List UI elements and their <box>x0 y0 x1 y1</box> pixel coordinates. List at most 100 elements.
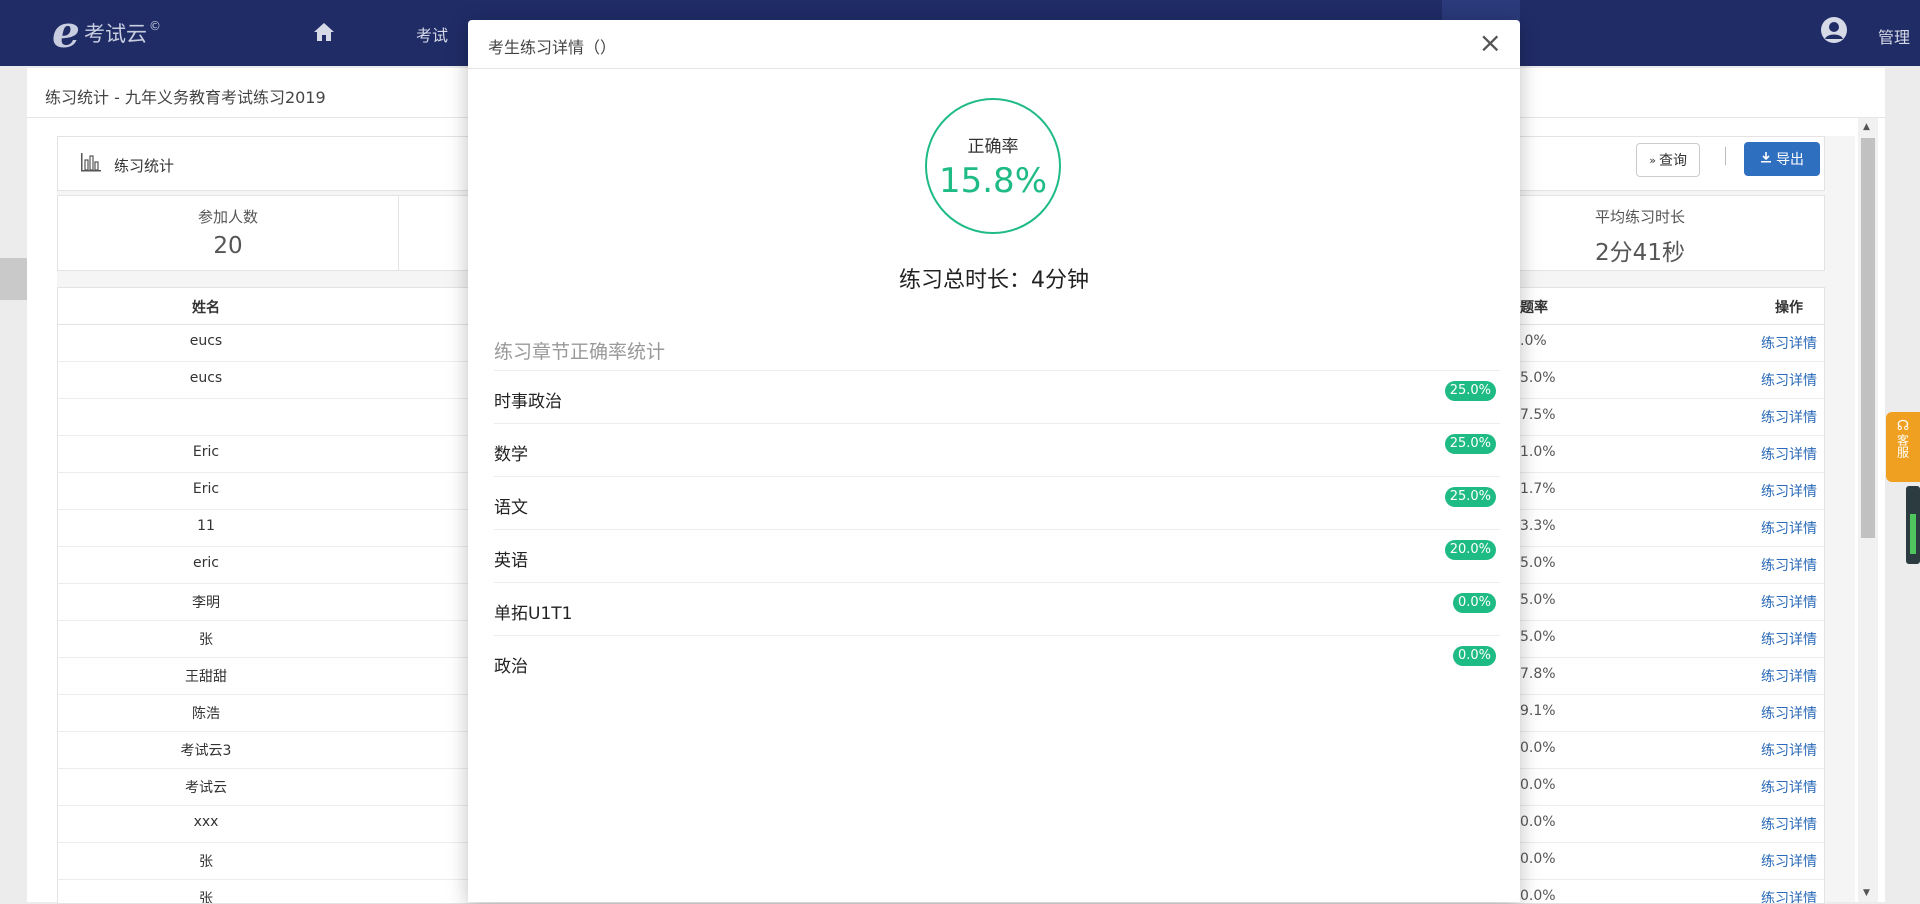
cell-rate: 0.0% <box>1520 740 1556 756</box>
summary-label: 平均练习时长 <box>1594 208 1685 226</box>
left-edge-strip <box>0 258 27 300</box>
practice-detail-link[interactable]: 练习详情 <box>1720 703 1824 723</box>
cell-name: xxx <box>193 814 219 830</box>
chapter-rate-badge: 25.0% <box>1444 381 1496 401</box>
home-icon[interactable] <box>312 20 336 44</box>
cell-rate: 0.0% <box>1520 777 1556 793</box>
practice-detail-link[interactable]: 练习详情 <box>1720 333 1824 353</box>
summary-value: 20 <box>213 233 243 259</box>
cell-rate: .0% <box>1520 333 1547 349</box>
practice-detail-link[interactable]: 练习详情 <box>1720 814 1824 834</box>
summary-divider <box>398 196 399 270</box>
export-button[interactable]: 导出 <box>1744 142 1820 176</box>
cell-name: eric <box>193 555 219 571</box>
cell-name: eucs <box>189 370 223 386</box>
chevron-double-down-icon: » <box>1649 153 1656 167</box>
scrollbar-thumb[interactable] <box>1861 138 1875 538</box>
cell-name: Eric <box>192 481 220 497</box>
chapter-row: 政治 0.0% <box>494 635 1500 689</box>
practice-detail-link[interactable]: 练习详情 <box>1720 518 1824 538</box>
cell-name: 11 <box>197 518 215 534</box>
customer-service-label: 客服 <box>1895 434 1910 458</box>
accuracy-gauge: 正确率 15.8% <box>925 98 1061 234</box>
cell-rate: 0.0% <box>1520 851 1556 867</box>
chapter-section-title: 练习章节正确率统计 <box>494 341 666 363</box>
logo[interactable]: e 考试云 © <box>52 10 161 56</box>
chapter-row: 语文 25.0% <box>494 476 1500 530</box>
cell-name: 张 <box>199 632 213 648</box>
cell-name: 李明 <box>192 595 220 611</box>
cell-name: Eric <box>192 444 220 460</box>
user-circle-icon[interactable] <box>1820 16 1848 44</box>
practice-detail-link[interactable]: 练习详情 <box>1720 629 1824 649</box>
query-label: 查询 <box>1659 153 1687 169</box>
cell-rate: 9.1% <box>1520 703 1556 719</box>
side-meter <box>1906 486 1920 564</box>
logo-text: 考试云 <box>84 22 147 46</box>
cell-rate: 1.0% <box>1520 444 1556 460</box>
modal-header: 考生练习详情（） × <box>468 20 1520 69</box>
cell-rate: 5.0% <box>1520 370 1556 386</box>
summary-value: 2分41秒 <box>1595 240 1685 266</box>
cell-rate: 7.5% <box>1520 407 1556 423</box>
total-time-label: 练习总时长： <box>898 268 1031 293</box>
chapter-name: 单拓U1T1 <box>494 604 573 624</box>
chapter-name: 数学 <box>494 445 528 465</box>
cell-rate: 1.7% <box>1520 481 1556 497</box>
chapter-rate-badge: 0.0% <box>1452 593 1496 613</box>
page-title: 练习统计 - 九年义务教育考试练习2019 <box>45 88 326 107</box>
chapter-name: 英语 <box>494 551 528 571</box>
practice-detail-link[interactable]: 练习详情 <box>1720 666 1824 686</box>
summary-participants: 参加人数 20 <box>58 196 398 270</box>
cell-rate: 5.0% <box>1520 592 1556 608</box>
customer-service-widget[interactable]: ☊ 客服 <box>1886 412 1920 482</box>
col-rate: 题率 <box>1520 300 1548 316</box>
cell-name: 陈浩 <box>192 706 220 722</box>
nav-manage[interactable]: 管理 <box>1878 24 1910 48</box>
practice-detail-link[interactable]: 练习详情 <box>1720 407 1824 427</box>
stats-label: 练习统计 <box>114 157 175 175</box>
practice-detail-link[interactable]: 练习详情 <box>1720 740 1824 760</box>
summary-avg-time: 平均练习时长 2分41秒 <box>1520 196 1760 270</box>
chapter-row: 单拓U1T1 0.0% <box>494 582 1500 636</box>
cell-rate: 5.0% <box>1520 629 1556 645</box>
cell-name: 王甜甜 <box>185 669 227 685</box>
query-button[interactable]: » 查询 <box>1636 143 1700 177</box>
col-name: 姓名 <box>192 300 220 316</box>
cell-name: eucs <box>189 333 223 349</box>
cell-rate: 3.3% <box>1520 518 1556 534</box>
practice-detail-link[interactable]: 练习详情 <box>1720 481 1824 501</box>
nav-exam[interactable]: 考试 <box>416 22 448 46</box>
cell-name: 考试云3 <box>180 743 232 759</box>
practice-detail-link[interactable]: 练习详情 <box>1720 777 1824 797</box>
chapter-row: 时事政治 25.0% <box>494 370 1500 424</box>
practice-detail-link[interactable]: 练习详情 <box>1720 370 1824 390</box>
modal-title: 考生练习详情（） <box>488 38 617 57</box>
cell-rate: 7.8% <box>1520 666 1556 682</box>
chapter-name: 语文 <box>494 498 528 518</box>
chapter-rate-badge: 25.0% <box>1444 487 1496 507</box>
practice-detail-link[interactable]: 练习详情 <box>1720 444 1824 464</box>
chapter-rate-badge: 20.0% <box>1444 540 1496 560</box>
logo-mark: e <box>52 7 80 58</box>
practice-detail-link[interactable]: 练习详情 <box>1720 851 1824 871</box>
practice-detail-link[interactable]: 练习详情 <box>1720 592 1824 612</box>
cell-rate: 0.0% <box>1520 814 1556 830</box>
chapter-rate-badge: 0.0% <box>1452 646 1496 666</box>
export-label: 导出 <box>1776 152 1804 168</box>
total-time: 练习总时长：4分钟 <box>468 262 1520 294</box>
scroll-down-arrow[interactable]: ▼ <box>1863 888 1870 898</box>
chapter-name: 政治 <box>494 657 528 677</box>
chapter-row: 数学 25.0% <box>494 423 1500 477</box>
cell-name: 考试云 <box>185 780 227 796</box>
gauge-value: 15.8% <box>938 161 1047 201</box>
practice-detail-link[interactable]: 练习详情 <box>1720 555 1824 575</box>
practice-detail-modal: 考生练习详情（） × 正确率 15.8% 练习总时长：4分钟 练习章节正确率统计… <box>468 20 1520 902</box>
scroll-up-arrow[interactable]: ▲ <box>1863 122 1870 132</box>
download-icon <box>1760 151 1772 167</box>
cell-rate: 5.0% <box>1520 555 1556 571</box>
bar-chart-icon <box>80 151 102 173</box>
summary-label: 参加人数 <box>197 208 258 226</box>
toolbar-separator <box>1725 147 1726 165</box>
close-icon[interactable]: × <box>1479 29 1502 57</box>
